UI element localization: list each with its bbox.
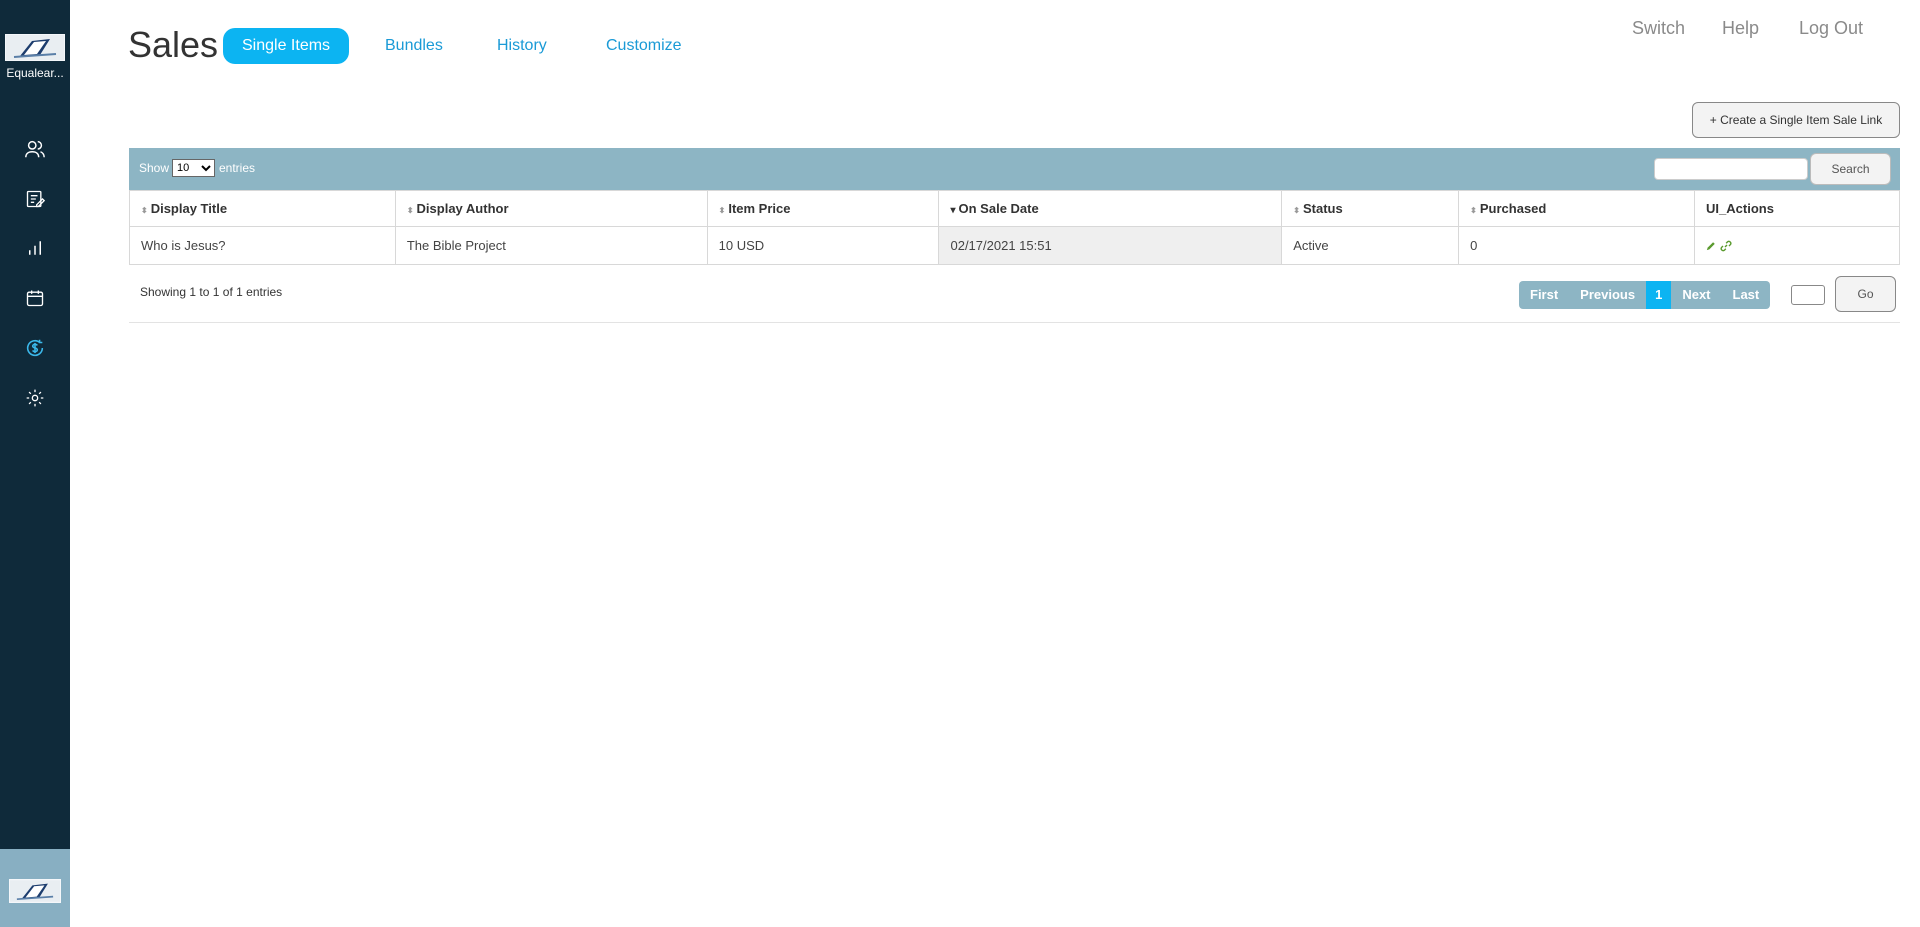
cell-status: Active (1281, 226, 1460, 265)
cell-purchased: 0 (1458, 226, 1696, 265)
page-title: Sales (128, 24, 219, 65)
pager-next[interactable]: Next (1671, 281, 1721, 309)
calendar-icon (26, 290, 44, 307)
show-label: Show (139, 161, 170, 175)
tab-history[interactable]: History (497, 28, 547, 64)
pager-first[interactable]: First (1519, 281, 1569, 309)
column-header-status[interactable]: ⬍ Status (1281, 190, 1460, 227)
sort-icon: ⬍ (1470, 206, 1477, 215)
entries-per-page-select[interactable]: 10 (172, 159, 215, 177)
pagination: First Previous 1 Next Last (1519, 281, 1771, 309)
nav-sales[interactable] (22, 335, 48, 361)
link-icon[interactable] (1720, 240, 1732, 252)
info-text: entries (242, 285, 283, 299)
table-info: Showing 1 to 1 of 1 entries (140, 285, 282, 299)
column-label: UI_Actions (1706, 201, 1774, 216)
table-row: Who is Jesus? The Bible Project 10 USD 0… (129, 226, 1900, 265)
divider (129, 322, 1900, 323)
org-logo[interactable] (5, 34, 65, 61)
sort-icon: ⬍ (1293, 206, 1300, 215)
column-header-on-sale-date[interactable]: ▾ On Sale Date (938, 190, 1283, 227)
sort-icon: ⬍ (406, 206, 414, 215)
switch-link[interactable]: Switch (1632, 18, 1685, 39)
gear-icon (26, 389, 44, 407)
column-label: Item Price (728, 201, 791, 216)
nav-people[interactable] (22, 136, 48, 162)
tab-single-items[interactable]: Single Items (223, 28, 350, 64)
go-button[interactable]: Go (1835, 276, 1896, 312)
help-link[interactable]: Help (1722, 18, 1759, 39)
nav-reports[interactable] (22, 235, 48, 261)
cell-on-sale-date: 02/17/2021 15:51 (938, 226, 1283, 265)
pager-previous[interactable]: Previous (1569, 281, 1646, 309)
column-header-display-title[interactable]: ⬍ Display Title (129, 190, 396, 227)
tab-bundles[interactable]: Bundles (385, 28, 443, 64)
info-total: 1 (236, 285, 243, 299)
column-label: Display Author (416, 201, 509, 216)
book-logo-icon (10, 880, 60, 902)
cell-display-title: Who is Jesus? (129, 226, 396, 265)
nav-content[interactable] (22, 186, 48, 212)
search-button[interactable]: Search (1810, 153, 1891, 185)
sort-desc-icon: ▾ (950, 205, 956, 216)
table-header-row: ⬍ Display Title ⬍ Display Author ⬍ Item Pri… (129, 190, 1900, 227)
pencil-icon[interactable] (1706, 241, 1716, 251)
dollar-circle-icon (26, 339, 44, 357)
logout-link[interactable]: Log Out (1799, 18, 1863, 39)
bar-chart-icon (29, 241, 41, 255)
column-label: On Sale Date (958, 201, 1039, 216)
cell-actions (1694, 226, 1900, 265)
column-header-item-price[interactable]: ⬍ Item Price (706, 190, 940, 227)
cell-item-price: 10 USD (706, 226, 940, 265)
search-input[interactable] (1654, 158, 1808, 180)
pager-last[interactable]: Last (1722, 281, 1771, 309)
sidebar: Equalear... (0, 0, 70, 927)
pager-page-1[interactable]: 1 (1646, 281, 1672, 309)
sidebar-footer (0, 849, 70, 927)
tab-customize[interactable]: Customize (606, 28, 682, 64)
org-name: Equalear... (6, 66, 64, 80)
sort-icon: ⬍ (141, 206, 148, 215)
info-text: Showing (140, 285, 190, 299)
column-label: Purchased (1479, 201, 1547, 216)
app-logo[interactable] (9, 879, 61, 903)
column-label: Status (1302, 201, 1343, 216)
book-logo-icon (6, 35, 64, 60)
column-header-ui-actions: UI_Actions (1694, 190, 1900, 227)
cell-display-author: The Bible Project (394, 226, 708, 265)
sales-table: ⬍ Display Title ⬍ Display Author ⬍ Item Pri… (129, 190, 1900, 265)
column-header-display-author[interactable]: ⬍ Display Author (394, 190, 708, 227)
create-single-item-sale-link-button[interactable]: + Create a Single Item Sale Link (1692, 102, 1900, 138)
edit-note-icon (26, 190, 45, 208)
nav-calendar[interactable] (22, 285, 48, 311)
users-icon (25, 140, 45, 158)
info-text: to (196, 285, 213, 299)
nav-settings[interactable] (22, 385, 48, 411)
column-header-purchased[interactable]: ⬍ Purchased (1458, 190, 1696, 227)
column-label: Display Title (150, 201, 228, 216)
page-number-input[interactable] (1791, 285, 1825, 305)
entries-label: entries (219, 161, 256, 175)
sort-icon: ⬍ (718, 206, 726, 215)
table-toolbar: Show 10 entries Search (129, 148, 1900, 190)
info-text: of (219, 285, 237, 299)
